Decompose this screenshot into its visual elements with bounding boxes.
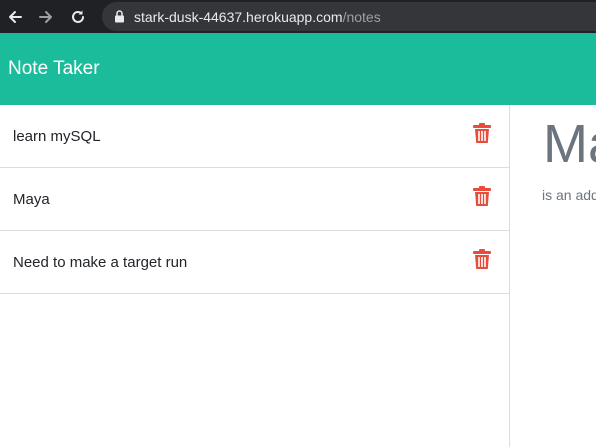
note-detail-title[interactable]: Ma	[543, 113, 596, 175]
list-item[interactable]: Need to make a target run	[0, 231, 509, 294]
brand-title[interactable]: Note Taker	[8, 58, 100, 80]
browser-toolbar: stark-dusk-44637.herokuapp.com/notes	[0, 0, 596, 33]
app-navbar: Note Taker	[0, 33, 596, 105]
arrow-left-icon	[9, 11, 22, 23]
url-host: stark-dusk-44637.herokuapp.com	[134, 8, 343, 25]
note-title: learn mySQL	[13, 127, 101, 145]
note-title: Need to make a target run	[13, 253, 188, 271]
trash-icon[interactable]	[473, 249, 491, 270]
forward-button[interactable]	[35, 6, 57, 28]
trash-icon[interactable]	[473, 186, 491, 207]
note-title: Maya	[13, 190, 50, 208]
url-path: /notes	[342, 8, 381, 25]
list-item[interactable]: learn mySQL	[0, 105, 509, 168]
note-detail: Ma is an add	[511, 105, 596, 447]
note-list: learn mySQL Maya Need to make a target r…	[0, 105, 510, 447]
back-button[interactable]	[4, 6, 26, 28]
list-item[interactable]: Maya	[0, 168, 509, 231]
lock-icon	[112, 10, 126, 24]
note-detail-text[interactable]: is an add	[542, 187, 596, 203]
reload-icon	[72, 10, 84, 23]
arrow-right-icon	[39, 11, 52, 23]
trash-icon[interactable]	[473, 123, 491, 144]
reload-button[interactable]	[67, 6, 89, 28]
address-bar[interactable]: stark-dusk-44637.herokuapp.com/notes	[102, 2, 596, 31]
